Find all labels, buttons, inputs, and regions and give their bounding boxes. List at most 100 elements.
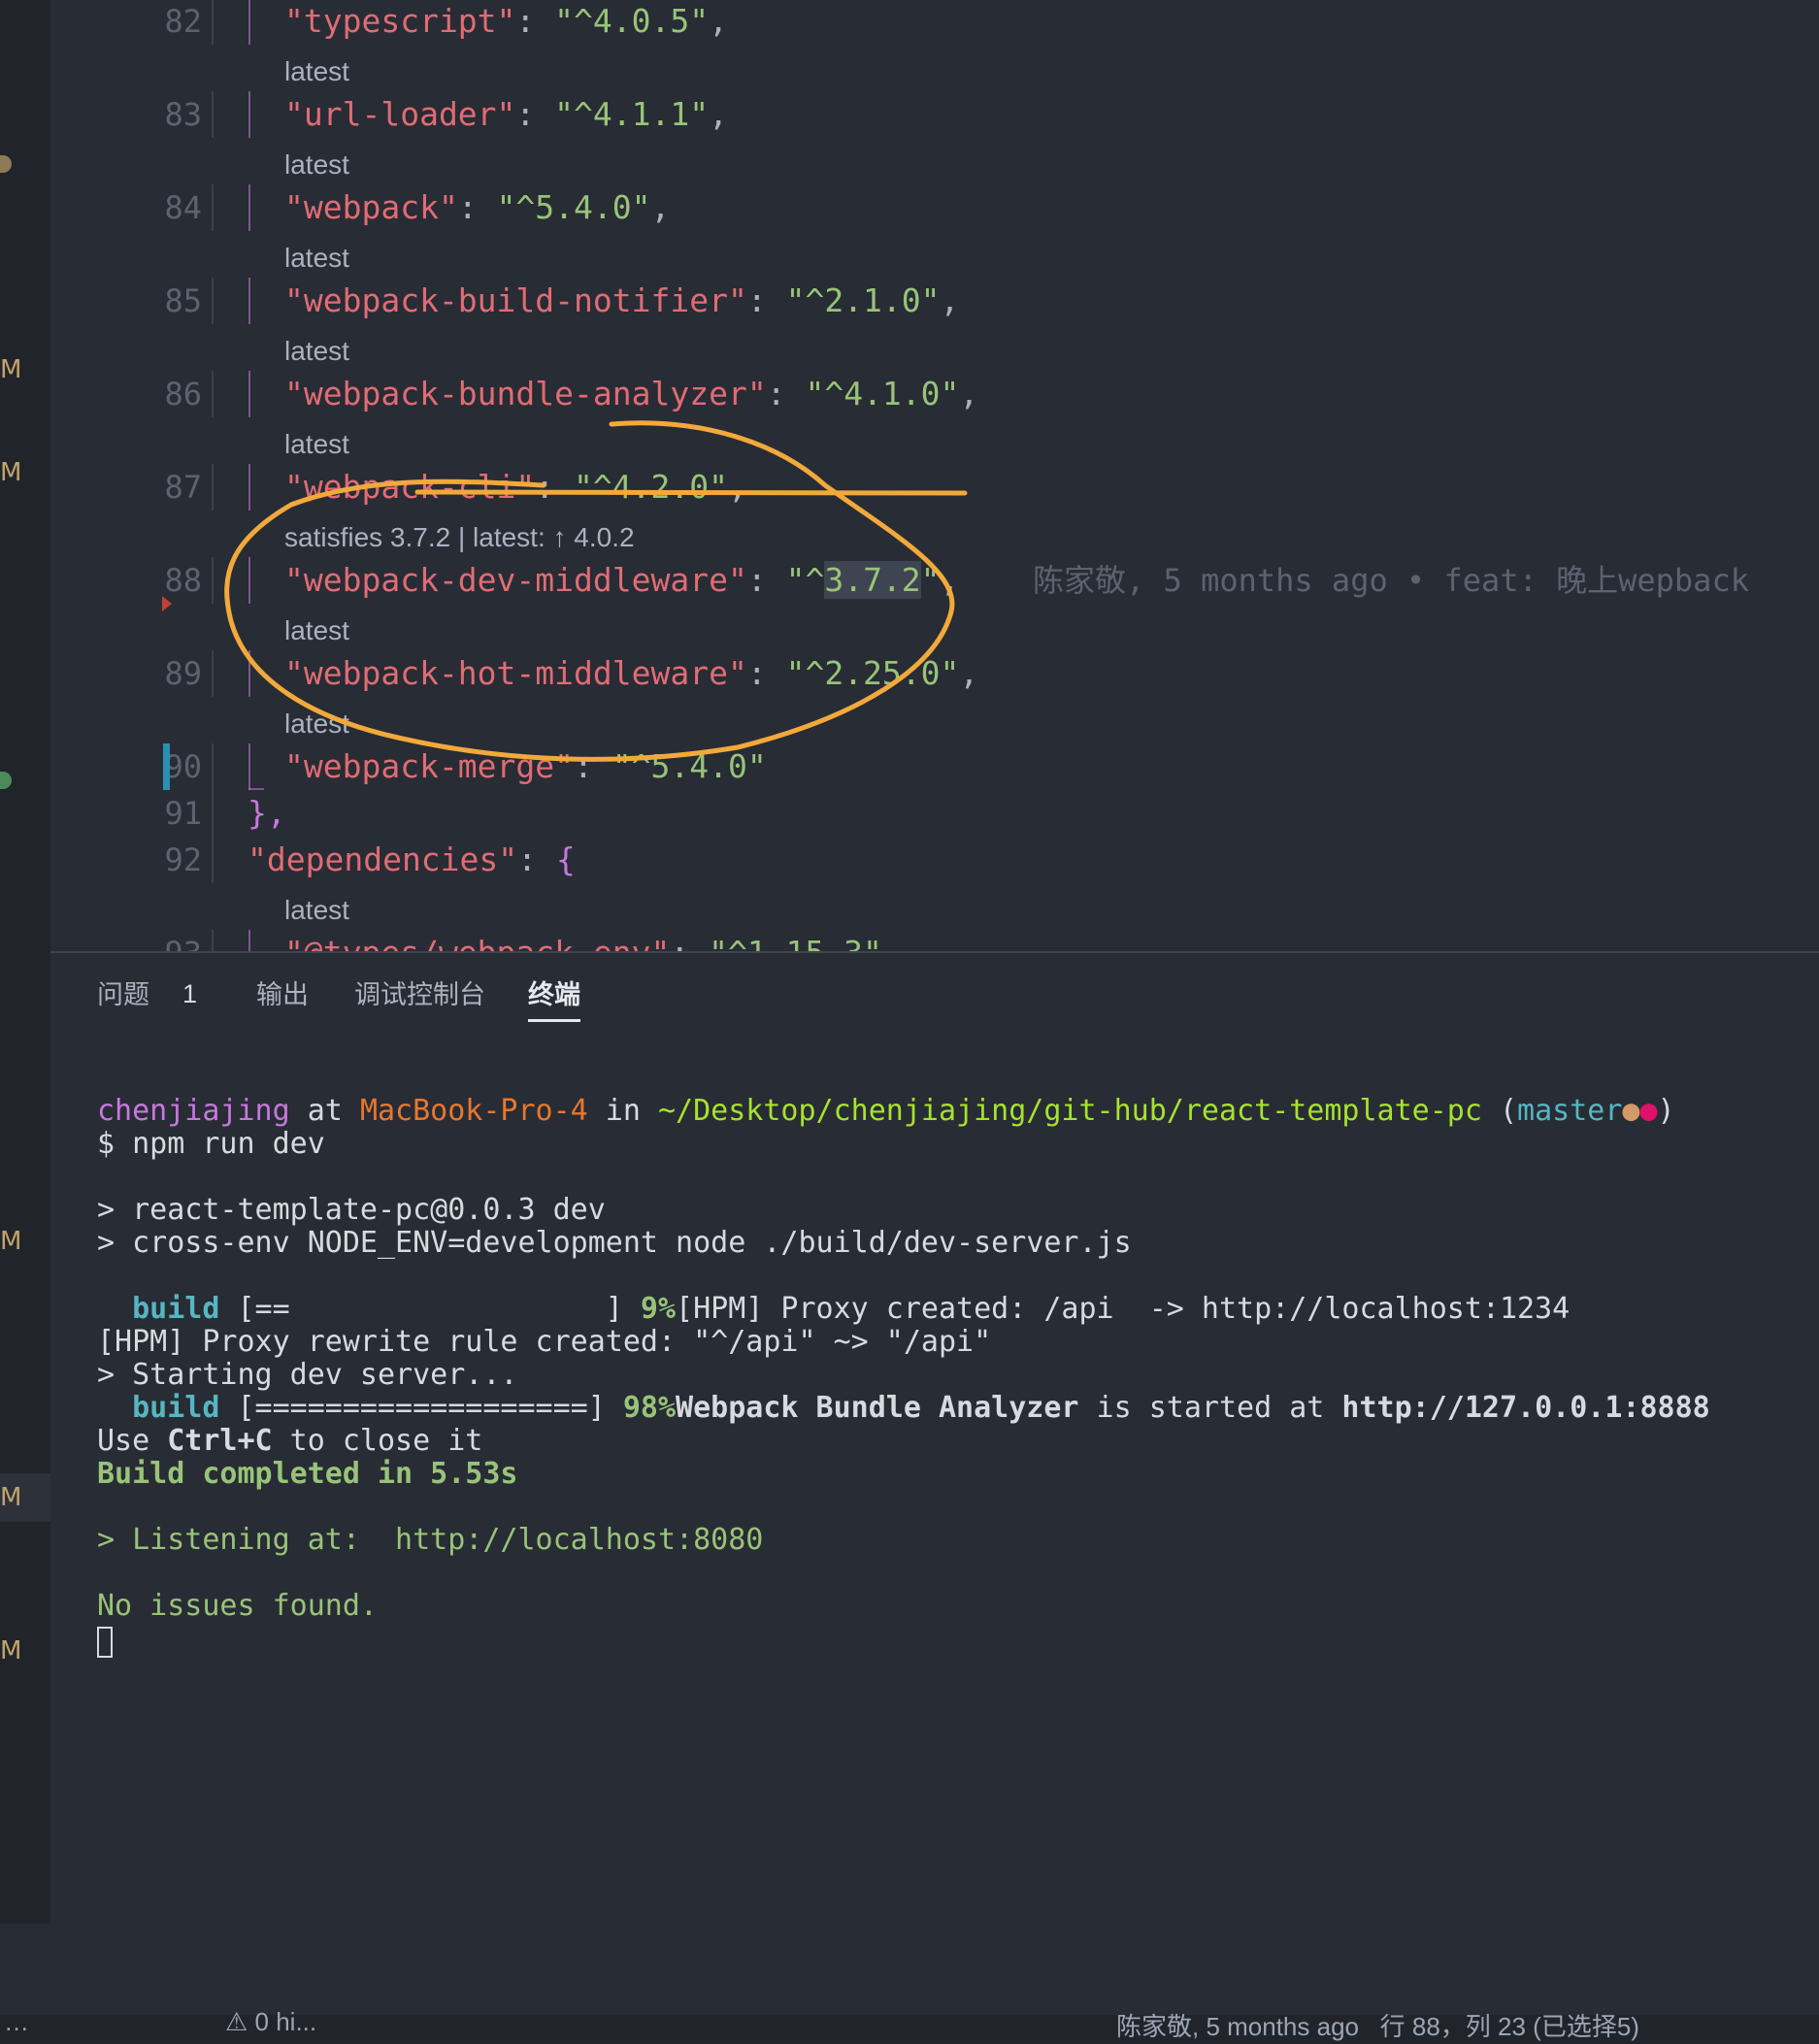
status-bar: … ⚠ 0 hi... 陈家敬, 5 months ago 行 88，列 23 … [0, 2007, 1819, 2044]
version-lens[interactable]: latest [284, 608, 349, 654]
panel-tab-bar: 问题 1 输出 调试控制台 终端 [50, 971, 1819, 1029]
line-number: 93 [113, 930, 202, 951]
version-lens[interactable]: latest [284, 142, 349, 188]
tab-terminal[interactable]: 终端 [528, 971, 580, 1022]
code-line: 92 "dependencies": { [50, 837, 1819, 883]
git-untracked-dot: ● [1639, 1094, 1658, 1128]
text-selection: 3.7.2 [824, 561, 921, 599]
code-line-current: 88 "webpack-dev-middleware": "^3.7.2", 陈… [50, 557, 1819, 604]
terminal-listening: > Listening at: http://localhost:8080 [97, 1523, 764, 1557]
indent-guide [212, 650, 214, 697]
indent-guide [212, 464, 214, 511]
code-editor[interactable]: 82 "typescript": "^4.0.5", latest 83 "ur… [50, 0, 1819, 951]
terminal-line: [HPM] Proxy rewrite rule created: "^/api… [97, 1325, 992, 1359]
line-number: 86 [164, 376, 202, 412]
version-lens[interactable]: latest [284, 701, 349, 747]
code-line: 86 "webpack-bundle-analyzer": "^4.1.0", [50, 371, 1819, 417]
code-text: "webpack-hot-middleware": "^2.25.0", [284, 654, 979, 692]
code-text: "url-loader": "^4.1.1", [284, 95, 728, 133]
tab-output[interactable]: 输出 [256, 971, 309, 1019]
terminal-line: > cross-env NODE_ENV=development node ./… [97, 1226, 1132, 1260]
code-text: "webpack-bundle-analyzer": "^4.1.0", [284, 375, 979, 412]
line-number: 83 [164, 96, 202, 133]
indent-guide [248, 371, 250, 417]
terminal-build-progress: build [===================] 98%Webpack B… [97, 1391, 1710, 1425]
line-number: 88 [164, 562, 202, 599]
indent-guide [212, 743, 214, 790]
git-modified-marker: M [0, 458, 22, 487]
indent-guide [248, 91, 250, 138]
indent-guide [212, 91, 214, 138]
version-lens-outdated[interactable]: satisfies 3.7.2 | latest: ↑ 4.0.2 [284, 514, 635, 561]
code-line: 90 "webpack-merge": "^5.4.0" [50, 743, 1819, 790]
git-blame-annotation: 陈家敬, 5 months ago • feat: 晚上wepback [1033, 562, 1749, 599]
panel-divider[interactable] [50, 951, 1819, 953]
tab-problems[interactable]: 问题 [97, 971, 149, 1019]
code-line: 82 "typescript": "^4.0.5", [50, 0, 1819, 45]
code-text: "webpack-dev-middleware": "^3.7.2", [284, 561, 960, 599]
terminal-build-completed: Build completed in 5.53s [97, 1457, 518, 1491]
git-change-indicator [163, 743, 170, 790]
line-number: 84 [164, 189, 202, 226]
code-text: "typescript": "^4.0.5", [284, 2, 728, 40]
code-text: "dependencies": { [248, 841, 576, 878]
line-number: 82 [164, 3, 202, 40]
indent-guide [212, 278, 214, 324]
terminal-command: $ npm run dev [97, 1127, 325, 1161]
code-line: 91 }, [50, 790, 1819, 837]
code-line: 93 "@types/webpack-env": "^1.15.3" [50, 930, 1819, 951]
indent-guide [248, 557, 250, 604]
indent-guide [212, 557, 214, 604]
version-lens[interactable]: latest [284, 887, 349, 934]
status-right[interactable]: 陈家敬, 5 months ago 行 88，列 23 (已选择5) [1116, 2007, 1639, 2043]
indent-guide [212, 0, 214, 45]
git-dirty-dot: ● [1622, 1094, 1640, 1128]
git-modified-marker: M [0, 1636, 22, 1665]
activity-strip [0, 0, 50, 1924]
code-line: 89 "webpack-hot-middleware": "^2.25.0", [50, 650, 1819, 697]
indent-guide [248, 278, 250, 324]
version-lens[interactable]: latest [284, 49, 349, 95]
terminal-line: Use Ctrl+C to close it [97, 1424, 483, 1458]
line-number: 87 [164, 469, 202, 506]
line-number: 90 [164, 748, 202, 785]
problems-count-badge: 1 [182, 979, 198, 1008]
indent-guide [248, 0, 250, 45]
terminal-output[interactable]: chenjiajing at MacBook-Pro-4 in ~/Deskto… [50, 1068, 1819, 1922]
code-line: 85 "webpack-build-notifier": "^2.1.0", [50, 278, 1819, 324]
indent-guide [248, 464, 250, 511]
version-lens[interactable]: latest [284, 421, 349, 468]
indent-guide [212, 837, 214, 883]
code-text: }, [248, 794, 286, 832]
indent-guide [248, 184, 250, 231]
terminal-line: > react-template-pc@0.0.3 dev [97, 1193, 606, 1227]
version-lens[interactable]: latest [284, 328, 349, 375]
line-number: 91 [164, 795, 202, 832]
status-middle[interactable]: ⚠ 0 hi... [225, 2007, 316, 2037]
analyzer-link[interactable]: http://127.0.0.1:8888 [1341, 1391, 1709, 1425]
breakpoint-marker [162, 596, 172, 611]
code-text: "webpack-build-notifier": "^2.1.0", [284, 281, 960, 319]
line-number: 85 [164, 282, 202, 319]
code-text: "webpack-merge": "^5.4.0" [284, 747, 767, 785]
version-lens[interactable]: latest [284, 235, 349, 281]
git-modified-marker: M [0, 355, 22, 384]
indent-guide [248, 930, 250, 951]
code-line: 83 "url-loader": "^4.1.1", [50, 91, 1819, 138]
tab-debug-console[interactable]: 调试控制台 [354, 971, 485, 1019]
code-text: "webpack": "^5.4.0", [284, 188, 671, 226]
terminal-prompt: chenjiajing at MacBook-Pro-4 in ~/Deskto… [97, 1094, 1675, 1128]
indent-guide [212, 184, 214, 231]
status-left[interactable]: … [4, 2007, 29, 2037]
indent-guide [212, 790, 214, 837]
terminal-line: > Starting dev server... [97, 1358, 518, 1392]
terminal-no-issues: No issues found. [97, 1589, 378, 1623]
code-text: "webpack-cli": "^4.2.0", [284, 468, 747, 506]
indent-guide [248, 743, 250, 790]
git-modified-marker: M [0, 1483, 22, 1512]
indent-guide [212, 371, 214, 417]
indent-guide [248, 650, 250, 697]
line-number: 89 [164, 655, 202, 692]
terminal-cursor [97, 1627, 113, 1658]
terminal-build-progress: build [== ] 9%[HPM] Proxy created: /api … [97, 1292, 1571, 1326]
